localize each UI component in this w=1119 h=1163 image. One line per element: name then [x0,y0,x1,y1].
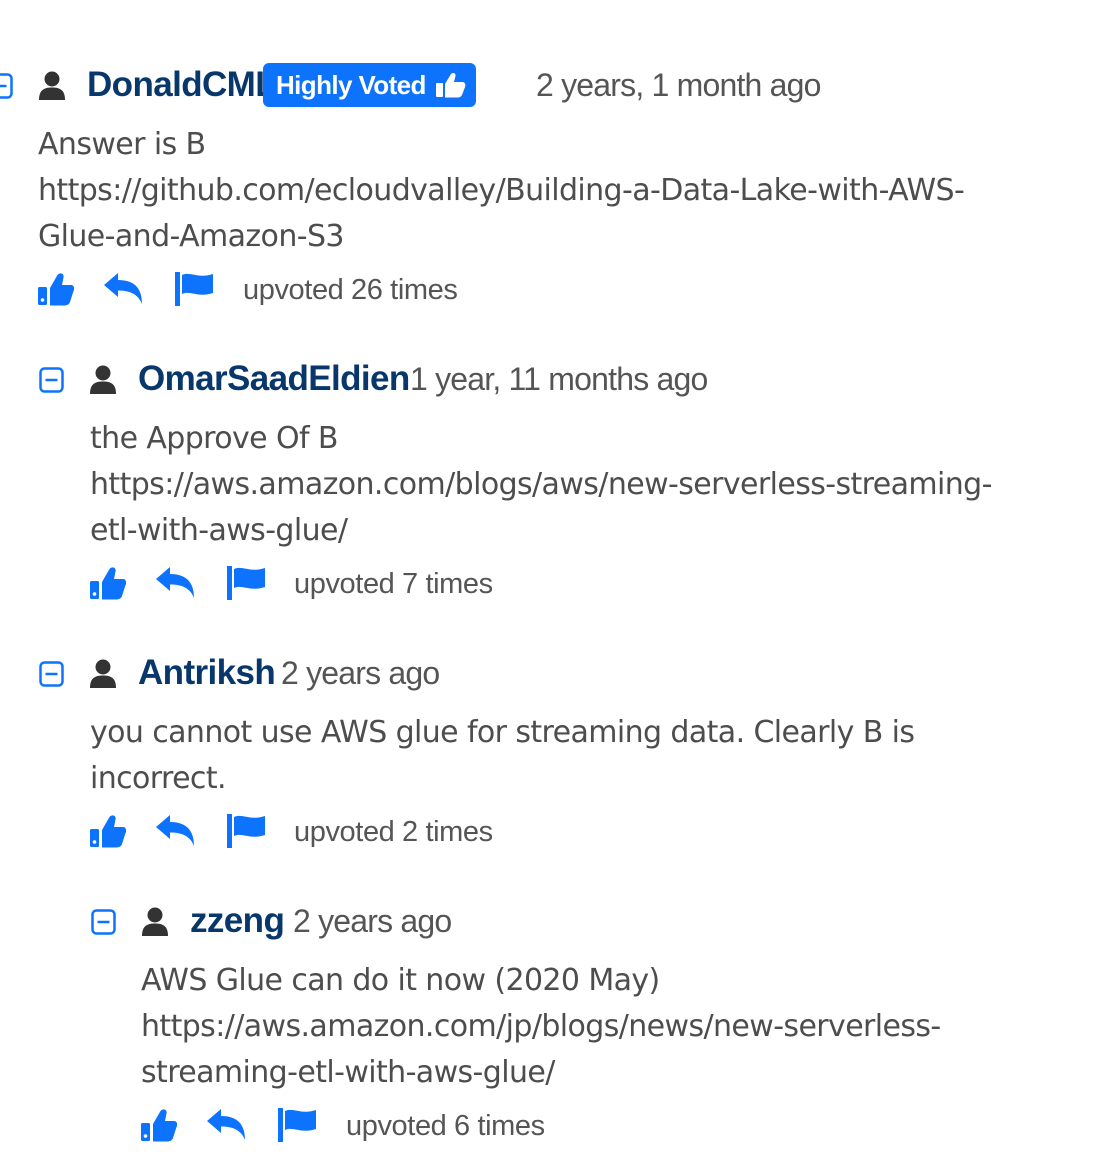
upvote-count: upvoted 7 times [294,568,493,600]
comment-line: Glue-and-Amazon-S3 [38,219,344,254]
comment-line: streaming-etl-with-aws-glue/ [141,1055,555,1090]
badge-label: Highly Voted [276,70,426,100]
comment-line: Answer is B [38,127,206,162]
comment-line: https://aws.amazon.com/blogs/aws/new-ser… [90,467,992,502]
thumbs-up-icon[interactable] [90,566,126,600]
comment-line: you cannot use AWS glue for streaming da… [90,715,915,750]
upvote-count: upvoted 2 times [294,816,493,848]
comment-line: AWS Glue can do it now (2020 May) [141,963,660,998]
reply-icon[interactable] [104,272,144,306]
comment-line: the Approve Of B [90,421,338,456]
user-icon [39,71,65,100]
username[interactable]: zzeng [190,897,285,945]
timestamp: 2 years ago [293,903,452,939]
timestamp: 1 year, 11 months ago [410,361,708,397]
thumbs-up-icon[interactable] [141,1108,177,1142]
flag-icon[interactable] [227,566,267,600]
username[interactable]: OmarSaadEldien [138,355,410,403]
timestamp: 2 years, 1 month ago [536,67,821,103]
flag-icon[interactable] [278,1108,318,1142]
minus-square-icon[interactable] [39,661,64,687]
comment-line: https://aws.amazon.com/jp/blogs/news/new… [141,1009,941,1044]
upvote-count: upvoted 6 times [346,1110,545,1142]
minus-square-icon[interactable] [0,73,13,99]
comment-body: AWS Glue can do it now (2020 May) https:… [141,958,1116,1096]
upvote-count: upvoted 26 times [243,274,458,306]
timestamp: 2 years ago [281,655,440,691]
flag-icon[interactable] [175,272,215,306]
reply-icon[interactable] [156,814,196,848]
user-icon [142,907,168,936]
flag-icon[interactable] [227,814,267,848]
thumbs-up-icon[interactable] [90,814,126,848]
comment-line: https://github.com/ecloudvalley/Building… [38,173,965,208]
comment-body: the Approve Of B https://aws.amazon.com/… [90,416,1115,554]
user-icon [90,365,116,394]
comment-line: incorrect. [90,761,227,796]
comment-body: Answer is B https://github.com/ecloudval… [38,122,1113,260]
highly-voted-badge: Highly Voted [263,63,476,107]
comment-line: etl-with-aws-glue/ [90,513,348,548]
minus-square-icon[interactable] [39,367,64,393]
reply-icon[interactable] [207,1108,247,1142]
username[interactable]: Antriksh [138,649,276,697]
user-icon [90,659,116,688]
minus-square-icon[interactable] [91,909,116,935]
reply-icon[interactable] [156,566,196,600]
comment-body: you cannot use AWS glue for streaming da… [90,710,1115,802]
thumbs-up-icon[interactable] [38,272,74,306]
thumbs-up-icon [436,72,466,98]
